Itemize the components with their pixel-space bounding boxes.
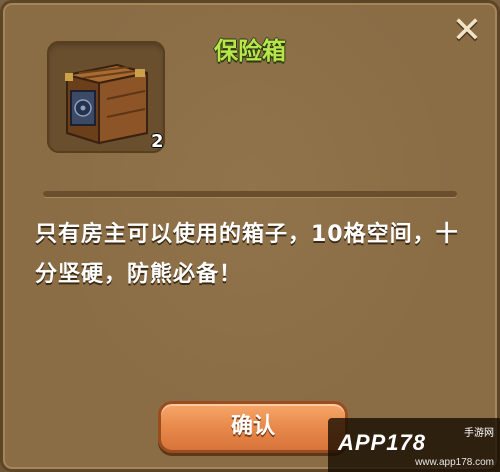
item-count: 2 xyxy=(151,131,164,152)
confirm-button[interactable]: 确认 xyxy=(158,401,348,453)
safe-box-icon xyxy=(65,63,148,145)
divider xyxy=(43,191,457,197)
watermark-sub: 手游网 xyxy=(464,428,494,439)
item-slot xyxy=(47,41,165,153)
close-icon[interactable]: ✕ xyxy=(449,13,485,49)
watermark-brand: APP178 xyxy=(338,430,426,455)
item-description: 只有房主可以使用的箱子，10格空间，十分坚硬，防熊必备！ xyxy=(35,222,459,287)
watermark-logo: APP178 手游网 www.app178.com xyxy=(328,418,500,472)
item-info-dialog: 保险箱 ✕ 2 只有房主可以使用的箱子，10格空间，十分坚硬，防熊必备！ 确认 xyxy=(0,0,500,472)
watermark-url: www.app178.com xyxy=(415,457,494,468)
